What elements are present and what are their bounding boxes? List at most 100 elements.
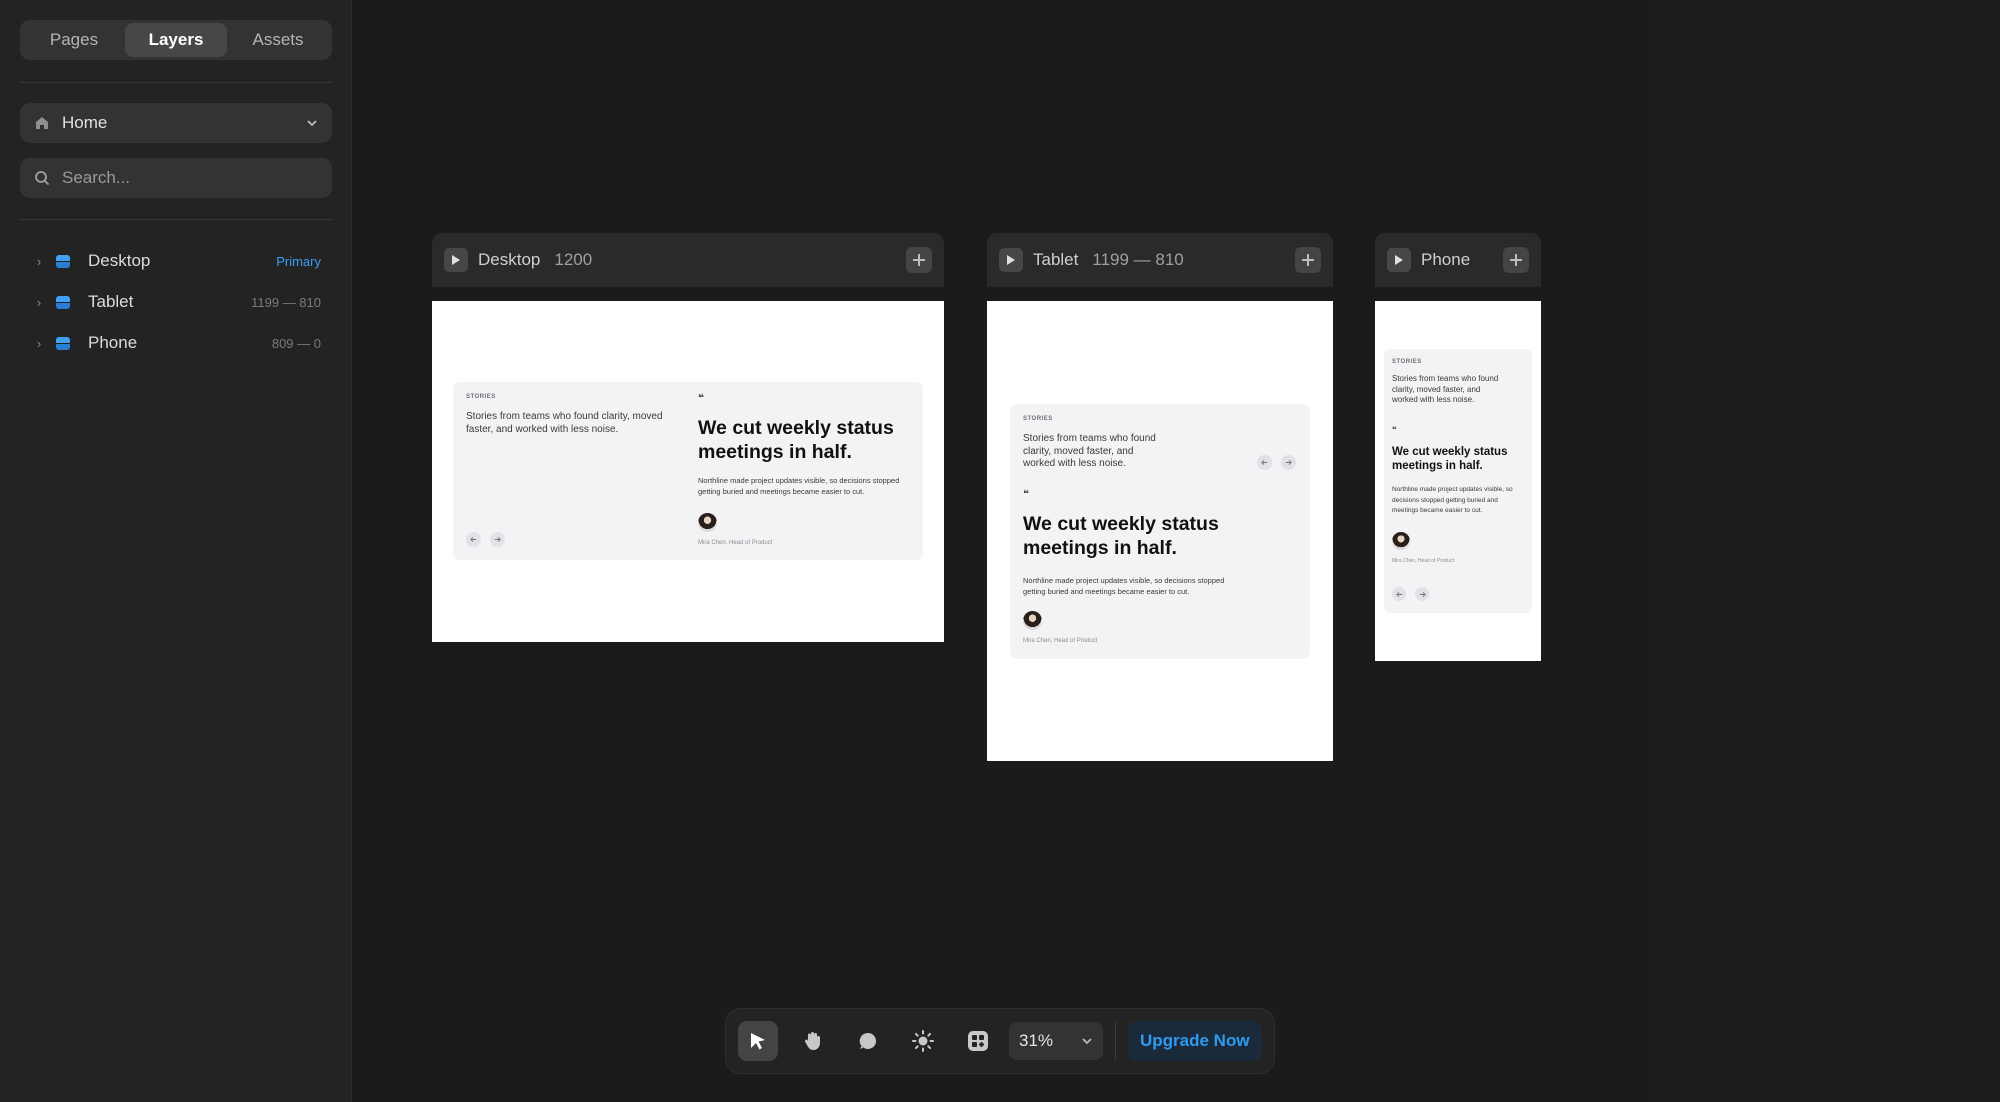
layer-name: Phone [88,333,138,352]
prev-button[interactable] [1392,587,1406,601]
prev-button[interactable] [466,532,481,547]
layer-name: Desktop [88,251,151,270]
arrow-left-icon [470,536,477,543]
comment-icon [859,1032,877,1049]
headline: We cut weekly status meetings in half. [1392,446,1508,472]
theme-toggle-button[interactable] [903,1021,943,1061]
kicker: STORIES [1392,359,1422,365]
quote-icon: ❝ [1392,425,1397,434]
page-select-label: Home [62,113,108,132]
search-input[interactable] [62,168,302,188]
select-tool-button[interactable] [738,1021,778,1061]
upgrade-button[interactable]: Upgrade Now [1128,1021,1262,1061]
body-text: Northline made project updates visible, … [698,476,900,496]
comment-tool-button[interactable] [848,1021,888,1061]
frame-size: 1200 [554,250,593,269]
panel-tabs: Pages Layers Assets [20,20,332,60]
play-icon [452,255,460,265]
quote-icon: ❝ [1023,489,1029,500]
frame-size: 1199 — 810 [1092,250,1184,269]
body-text: Northline made project updates visible, … [1392,486,1513,514]
byline: Mira Chen, Head of Product [1392,558,1454,564]
cursor-icon [751,1033,765,1050]
preview-button[interactable] [444,248,468,272]
hand-tool-button[interactable] [793,1021,833,1061]
breakpoint-icon [56,254,70,268]
components-icon [968,1031,988,1051]
hand-icon [804,1032,820,1050]
avatar [698,513,717,532]
right-panel-area [1648,0,2000,1102]
layer-meta: 809 — 0 [271,335,321,351]
frame-header-tablet[interactable]: Tablet 1199 — 810 [987,233,1333,287]
testimonial-card: STORIES Stories from teams who found cla… [453,382,923,560]
add-breakpoint-button[interactable] [1295,247,1321,273]
intro-text: Stories from teams who found clarity, mo… [1392,374,1499,404]
avatar [1023,611,1042,630]
testimonial-card: STORIES Stories from teams who found cla… [1010,404,1310,659]
layer-meta: Primary [276,253,321,269]
divider [20,219,332,220]
preview-button[interactable] [1387,248,1411,272]
body-text: Northline made project updates visible, … [1023,576,1225,596]
arrow-right-icon [1419,591,1426,597]
divider [20,82,332,83]
sun-icon [912,1030,934,1052]
intro-text: Stories from teams who found clarity, mo… [466,411,663,435]
testimonial-card: STORIES Stories from teams who found cla… [1384,349,1532,613]
arrow-right-icon [1285,459,1292,466]
avatar [1392,532,1410,550]
byline: Mira Chen, Head of Product [698,540,773,546]
kicker: STORIES [466,394,496,400]
layer-meta: 1199 — 810 [251,294,321,310]
chevron-down-icon [307,120,317,127]
intro-text: Stories from teams who found clarity, mo… [1023,433,1156,469]
zoom-select[interactable]: 31% [1009,1022,1103,1060]
layer-phone[interactable]: › Phone 809 — 0 [20,326,332,360]
search-icon [35,171,50,186]
tab-layers[interactable]: Layers [125,23,227,57]
preview-button[interactable] [999,248,1023,272]
byline: Mira Chen, Head of Product [1023,638,1098,644]
add-breakpoint-button[interactable] [1503,247,1529,273]
chevron-right-icon[interactable]: › [30,295,48,310]
chevron-right-icon[interactable]: › [30,254,48,269]
next-button[interactable] [490,532,505,547]
bottom-toolbar: 31% Upgrade Now [725,1008,1275,1074]
arrow-right-icon [494,536,501,543]
layer-name: Tablet [88,292,134,311]
components-tool-button[interactable] [958,1021,998,1061]
add-breakpoint-button[interactable] [906,247,932,273]
search-box [20,158,332,198]
play-icon [1007,255,1015,265]
plus-icon [1510,254,1522,266]
tab-pages[interactable]: Pages [23,23,125,57]
frame-name: Tablet [1033,250,1079,269]
left-sidebar: Pages Layers Assets Home › Desktop Prima… [0,0,352,1102]
layer-tablet[interactable]: › Tablet 1199 — 810 [20,285,332,319]
arrow-left-icon [1395,591,1402,597]
chevron-right-icon[interactable]: › [30,336,48,351]
plus-icon [1302,254,1314,266]
prev-button[interactable] [1257,455,1272,470]
page-select[interactable]: Home [20,103,332,143]
quote-icon: ❝ [698,393,704,404]
frame-name: Phone [1421,250,1471,269]
tab-assets[interactable]: Assets [227,23,329,57]
breakpoint-icon [56,295,70,309]
app-root: Pages Layers Assets Home › Desktop Prima… [0,0,2000,1102]
next-button[interactable] [1415,587,1429,601]
frame-phone[interactable]: STORIES Stories from teams who found cla… [1375,301,1541,661]
layer-desktop[interactable]: › Desktop Primary [20,244,332,278]
frame-header-phone[interactable]: Phone [1375,233,1541,287]
chevron-down-icon [1082,1038,1092,1045]
next-button[interactable] [1281,455,1296,470]
plus-icon [913,254,925,266]
play-icon [1395,255,1403,265]
arrow-left-icon [1261,459,1268,466]
frame-desktop[interactable]: STORIES Stories from teams who found cla… [432,301,944,642]
frame-name: Desktop [478,250,541,269]
headline: We cut weekly status meetings in half. [698,417,894,463]
frame-header-desktop[interactable]: Desktop 1200 [432,233,944,287]
frame-tablet[interactable]: STORIES Stories from teams who found cla… [987,301,1333,761]
